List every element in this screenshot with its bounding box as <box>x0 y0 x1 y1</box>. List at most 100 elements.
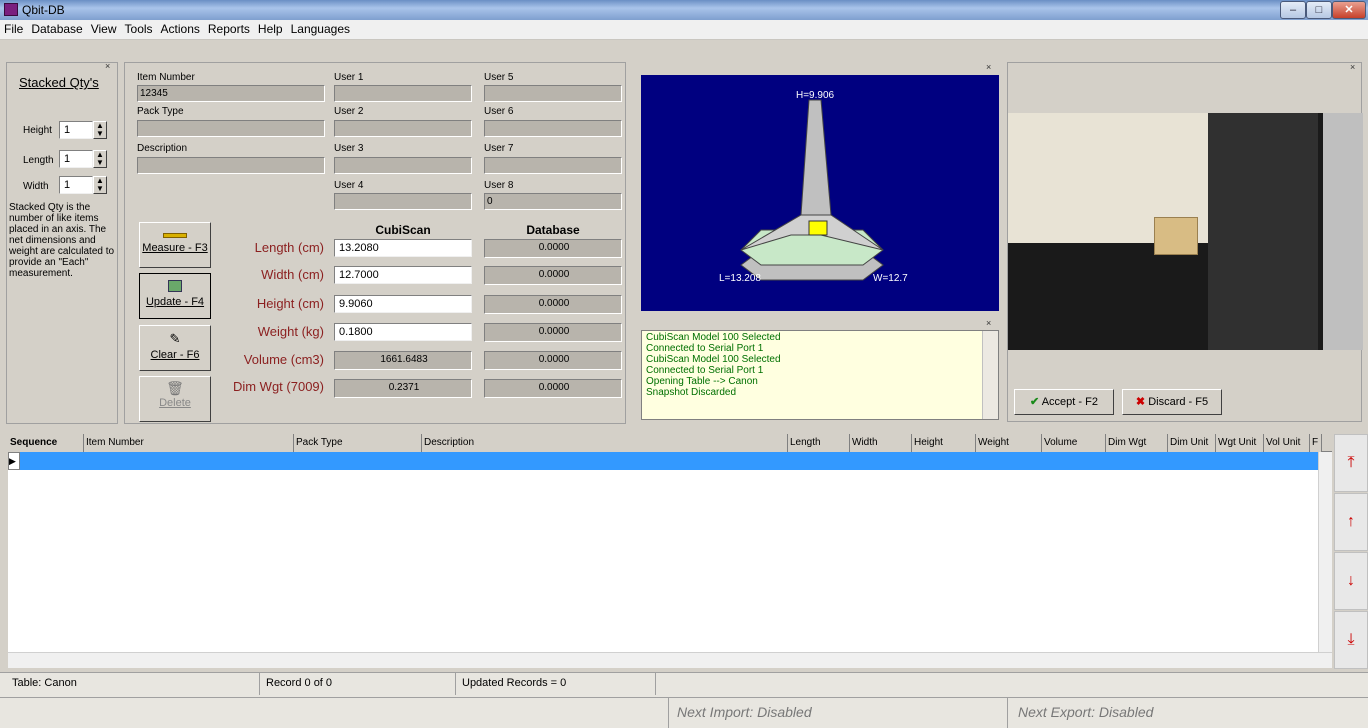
col-item-number[interactable]: Item Number <box>84 434 294 452</box>
accept-button[interactable]: ✔ Accept - F2 <box>1014 389 1114 415</box>
col-pack-type[interactable]: Pack Type <box>294 434 422 452</box>
cubiscan-width[interactable]: 12.7000 <box>334 266 472 284</box>
box-diagram-svg <box>740 99 884 281</box>
stacked-length-input[interactable]: 1 <box>59 150 93 168</box>
camera-close-icon[interactable]: × <box>1350 62 1355 72</box>
eraser-icon: ✎ <box>169 331 181 346</box>
item-number-label: Item Number <box>137 72 195 83</box>
user3-field[interactable] <box>334 157 472 174</box>
user5-field[interactable] <box>484 85 622 102</box>
menu-file[interactable]: File <box>0 20 27 39</box>
database-height: 0.0000 <box>484 295 622 314</box>
user4-field[interactable] <box>334 193 472 210</box>
selected-row[interactable] <box>8 452 1318 470</box>
col-description[interactable]: Description <box>422 434 788 452</box>
log-line: Opening Table --> Canon <box>646 376 758 387</box>
col-dim-wgt[interactable]: Dim Wgt <box>1106 434 1168 452</box>
title-bar: Qbit-DB – □ ✕ <box>0 0 1368 20</box>
menu-help[interactable]: Help <box>254 20 287 39</box>
col-wgt-unit[interactable]: Wgt Unit <box>1216 434 1264 452</box>
col-weight[interactable]: Weight <box>976 434 1042 452</box>
col-volume[interactable]: Volume <box>1042 434 1106 452</box>
user7-label: User 7 <box>484 143 514 154</box>
log-line: Snapshot Discarded <box>646 387 737 398</box>
diagram-height-label: H=9.906 <box>796 90 835 101</box>
menu-languages[interactable]: Languages <box>287 20 354 39</box>
minimize-button[interactable]: – <box>1280 1 1306 19</box>
user2-field[interactable] <box>334 120 472 137</box>
cubiscan-weight[interactable]: 0.1800 <box>334 323 472 341</box>
user3-label: User 3 <box>334 143 364 154</box>
discard-button[interactable]: ✖ Discard - F5 <box>1122 389 1222 415</box>
cubiscan-volume: 1661.6483 <box>334 351 472 370</box>
clear-label: Clear - F6 <box>150 349 200 361</box>
next-record-icon[interactable]: ↓ <box>1334 552 1368 610</box>
col-length[interactable]: Length <box>788 434 850 452</box>
stacked-length-label: Length <box>23 155 54 166</box>
panel-close-icon[interactable]: × <box>105 61 110 71</box>
snapshot-package <box>1154 217 1198 255</box>
menu-tools[interactable]: Tools <box>121 20 157 39</box>
cubiscan-length[interactable]: 13.2080 <box>334 239 472 257</box>
pack-type-field[interactable] <box>137 120 325 137</box>
log-line: CubiScan Model 100 Selected <box>646 332 781 343</box>
maximize-button[interactable]: □ <box>1306 1 1332 19</box>
delete-button[interactable]: 🗑 Delete <box>139 376 211 422</box>
status-record: Record 0 of 0 <box>260 673 456 695</box>
diagram-close-icon[interactable]: × <box>986 62 991 72</box>
log-line: Connected to Serial Port 1 <box>646 343 764 354</box>
user7-field[interactable] <box>484 157 622 174</box>
log-panel: CubiScan Model 100 Selected Connected to… <box>641 330 999 420</box>
cubiscan-dim-weight: 0.2371 <box>334 379 472 398</box>
previous-record-icon[interactable]: ↑ <box>1334 493 1368 551</box>
menu-database[interactable]: Database <box>27 20 86 39</box>
log-scrollbar[interactable] <box>982 331 998 419</box>
update-button[interactable]: Update - F4 <box>139 273 211 319</box>
volume-label: Volume (cm3) <box>243 352 324 367</box>
grid-body <box>8 470 1318 652</box>
user8-field[interactable]: 0 <box>484 193 622 210</box>
row-indicator-icon: ▶ <box>8 452 20 470</box>
app-icon <box>4 3 18 16</box>
user6-field[interactable] <box>484 120 622 137</box>
user1-field[interactable] <box>334 85 472 102</box>
menu-reports[interactable]: Reports <box>204 20 254 39</box>
snapshot-window <box>1323 113 1363 350</box>
database-length: 0.0000 <box>484 239 622 258</box>
measure-button[interactable]: Measure - F3 <box>139 222 211 268</box>
last-record-icon[interactable]: ⤓ <box>1334 611 1368 669</box>
status-table: Table: Canon <box>6 673 260 695</box>
menu-actions[interactable]: Actions <box>157 20 204 39</box>
clear-button[interactable]: ✎ Clear - F6 <box>139 325 211 371</box>
height-spinner[interactable]: ▲ ▼ <box>93 121 107 139</box>
database-dim-weight: 0.0000 <box>484 379 622 398</box>
menu-view[interactable]: View <box>87 20 121 39</box>
item-number-field[interactable]: 12345 <box>137 85 325 102</box>
cubiscan-height[interactable]: 9.9060 <box>334 295 472 313</box>
col-f[interactable]: F <box>1310 434 1322 452</box>
database-weight: 0.0000 <box>484 323 622 342</box>
dim-weight-label: Dim Wgt (7009) <box>232 379 324 394</box>
close-button[interactable]: ✕ <box>1332 1 1366 19</box>
description-field[interactable] <box>137 157 325 174</box>
col-width[interactable]: Width <box>850 434 912 452</box>
diagram-length-label: L=13.208 <box>719 273 761 284</box>
col-sequence[interactable]: Sequence <box>8 434 84 452</box>
database-width: 0.0000 <box>484 266 622 285</box>
stacked-description: Stacked Qty is the number of like items … <box>9 202 115 279</box>
stacked-width-input[interactable]: 1 <box>59 176 93 194</box>
grid-header: Sequence Item Number Pack Type Descripti… <box>8 434 1332 452</box>
length-spinner[interactable]: ▲ ▼ <box>93 150 107 168</box>
check-icon: ✔ <box>1030 396 1040 408</box>
grid-vertical-scrollbar[interactable] <box>1318 452 1332 652</box>
col-dim-unit[interactable]: Dim Unit <box>1168 434 1216 452</box>
col-height[interactable]: Height <box>912 434 976 452</box>
first-record-icon[interactable]: ⤒ <box>1334 434 1368 492</box>
height-label: Height (cm) <box>256 296 324 311</box>
width-spinner[interactable]: ▲ ▼ <box>93 176 107 194</box>
stacked-height-input[interactable]: 1 <box>59 121 93 139</box>
status-updated: Updated Records = 0 <box>456 673 656 695</box>
col-vol-unit[interactable]: Vol Unit <box>1264 434 1310 452</box>
log-close-icon[interactable]: × <box>986 318 991 328</box>
grid-horizontal-scrollbar[interactable] <box>8 652 1332 668</box>
